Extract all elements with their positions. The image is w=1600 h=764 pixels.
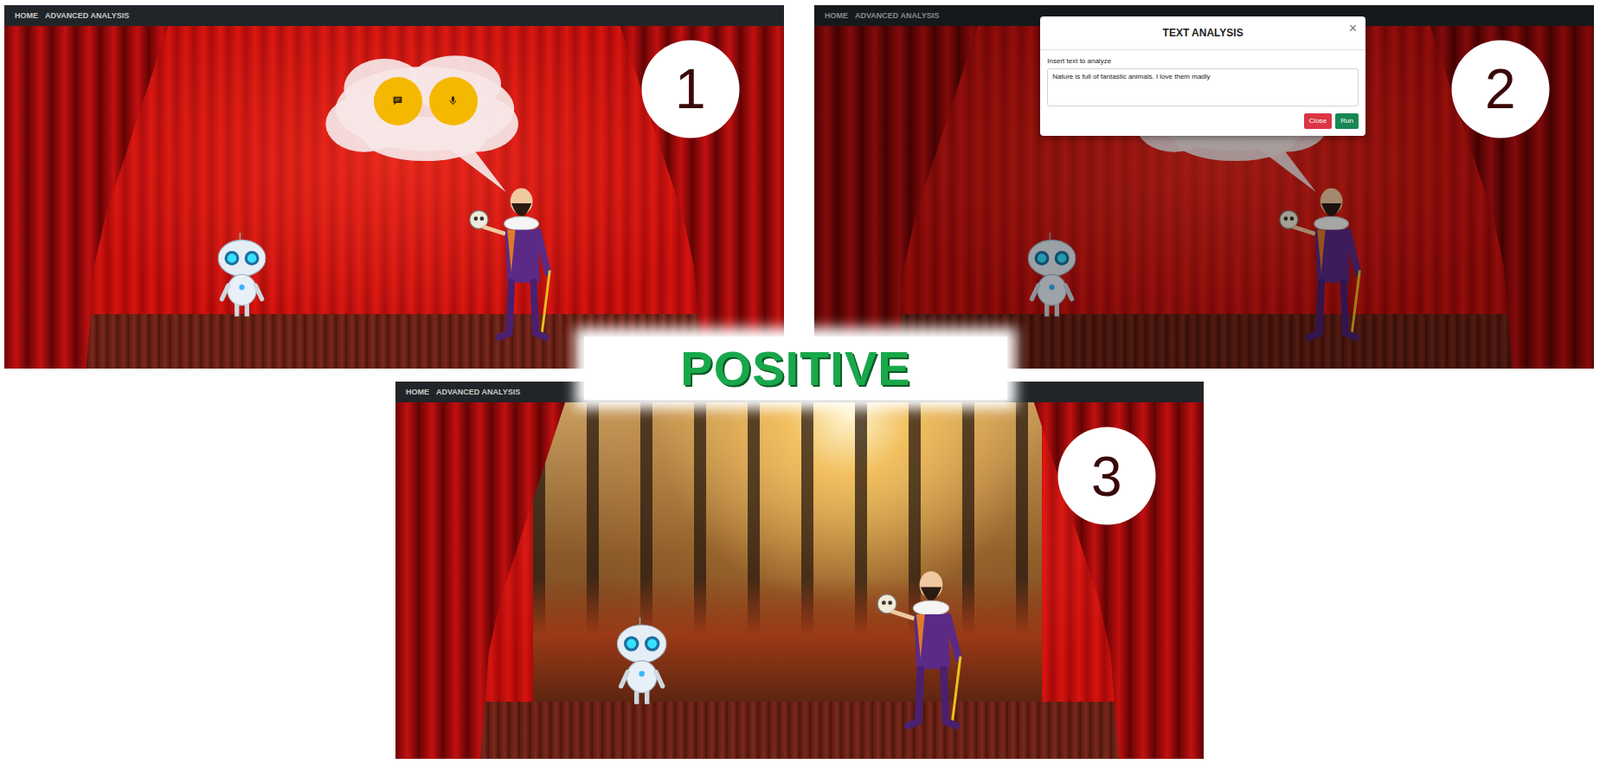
step-number: 3 — [1057, 427, 1156, 526]
dialog-body: Insert text to analyze — [1040, 50, 1366, 112]
speech-bubble — [323, 53, 527, 194]
field-label: Insert text to analyze — [1047, 57, 1359, 65]
bubble-buttons — [323, 53, 527, 149]
text-analysis-dialog: TEXT ANALYSIS × Insert text to analyze Clos… — [1040, 16, 1366, 136]
text-input[interactable] — [1047, 68, 1359, 107]
screenshot-panel: HOMEADVANCED ANALYSISTEXT ANALYSIS×Inser… — [814, 5, 1594, 369]
chat-icon — [391, 95, 404, 107]
figure: HOME ADVANCED ANALYSIS 1 HOME ADVANCED ANALY… — [0, 0, 1600, 764]
dialog-button[interactable]: Run — [1335, 113, 1359, 129]
stage-floor — [395, 701, 1204, 759]
nav-link[interactable]: ADVANCED ANALYSIS — [436, 387, 521, 397]
dialog-header: TEXT ANALYSIS × — [1040, 16, 1366, 51]
forest-image — [533, 402, 1042, 706]
actor-character — [464, 179, 566, 345]
screenshot-panel: HOME ADVANCED ANALYSIS 1 — [4, 5, 784, 369]
panel-row: HOMEADVANCED ANALYSIS1HOMEADVANCED ANALY… — [0, 0, 1600, 369]
nav-link[interactable]: HOME — [14, 11, 39, 20]
robot-character — [214, 224, 270, 328]
close-icon[interactable]: × — [1349, 20, 1357, 37]
dialog-footer: CloseRun — [1040, 111, 1366, 136]
navbar: HOME ADVANCED ANALYSIS — [4, 5, 784, 26]
mic-icon — [447, 95, 459, 107]
actor-character — [872, 562, 977, 734]
nav-link[interactable]: ADVANCED ANALYSIS — [44, 11, 129, 20]
screenshot-panel: HOME ADVANCED ANALYSIS 3 — [395, 381, 1204, 759]
nav-link[interactable]: HOME — [405, 387, 430, 397]
step-number: 2 — [1451, 39, 1549, 138]
cloud-shape — [323, 53, 527, 194]
dialog-button[interactable]: Close — [1304, 113, 1332, 129]
result-label: POSITIVE — [584, 336, 1008, 400]
voice-button[interactable] — [429, 77, 478, 126]
text-button[interactable] — [373, 77, 423, 126]
dialog-title: TEXT ANALYSIS — [1163, 26, 1244, 39]
step-number: 1 — [641, 39, 739, 138]
panel-row: HOME ADVANCED ANALYSIS 3 — [0, 368, 1600, 759]
robot-character — [613, 609, 670, 717]
undergrowth — [533, 578, 1042, 706]
